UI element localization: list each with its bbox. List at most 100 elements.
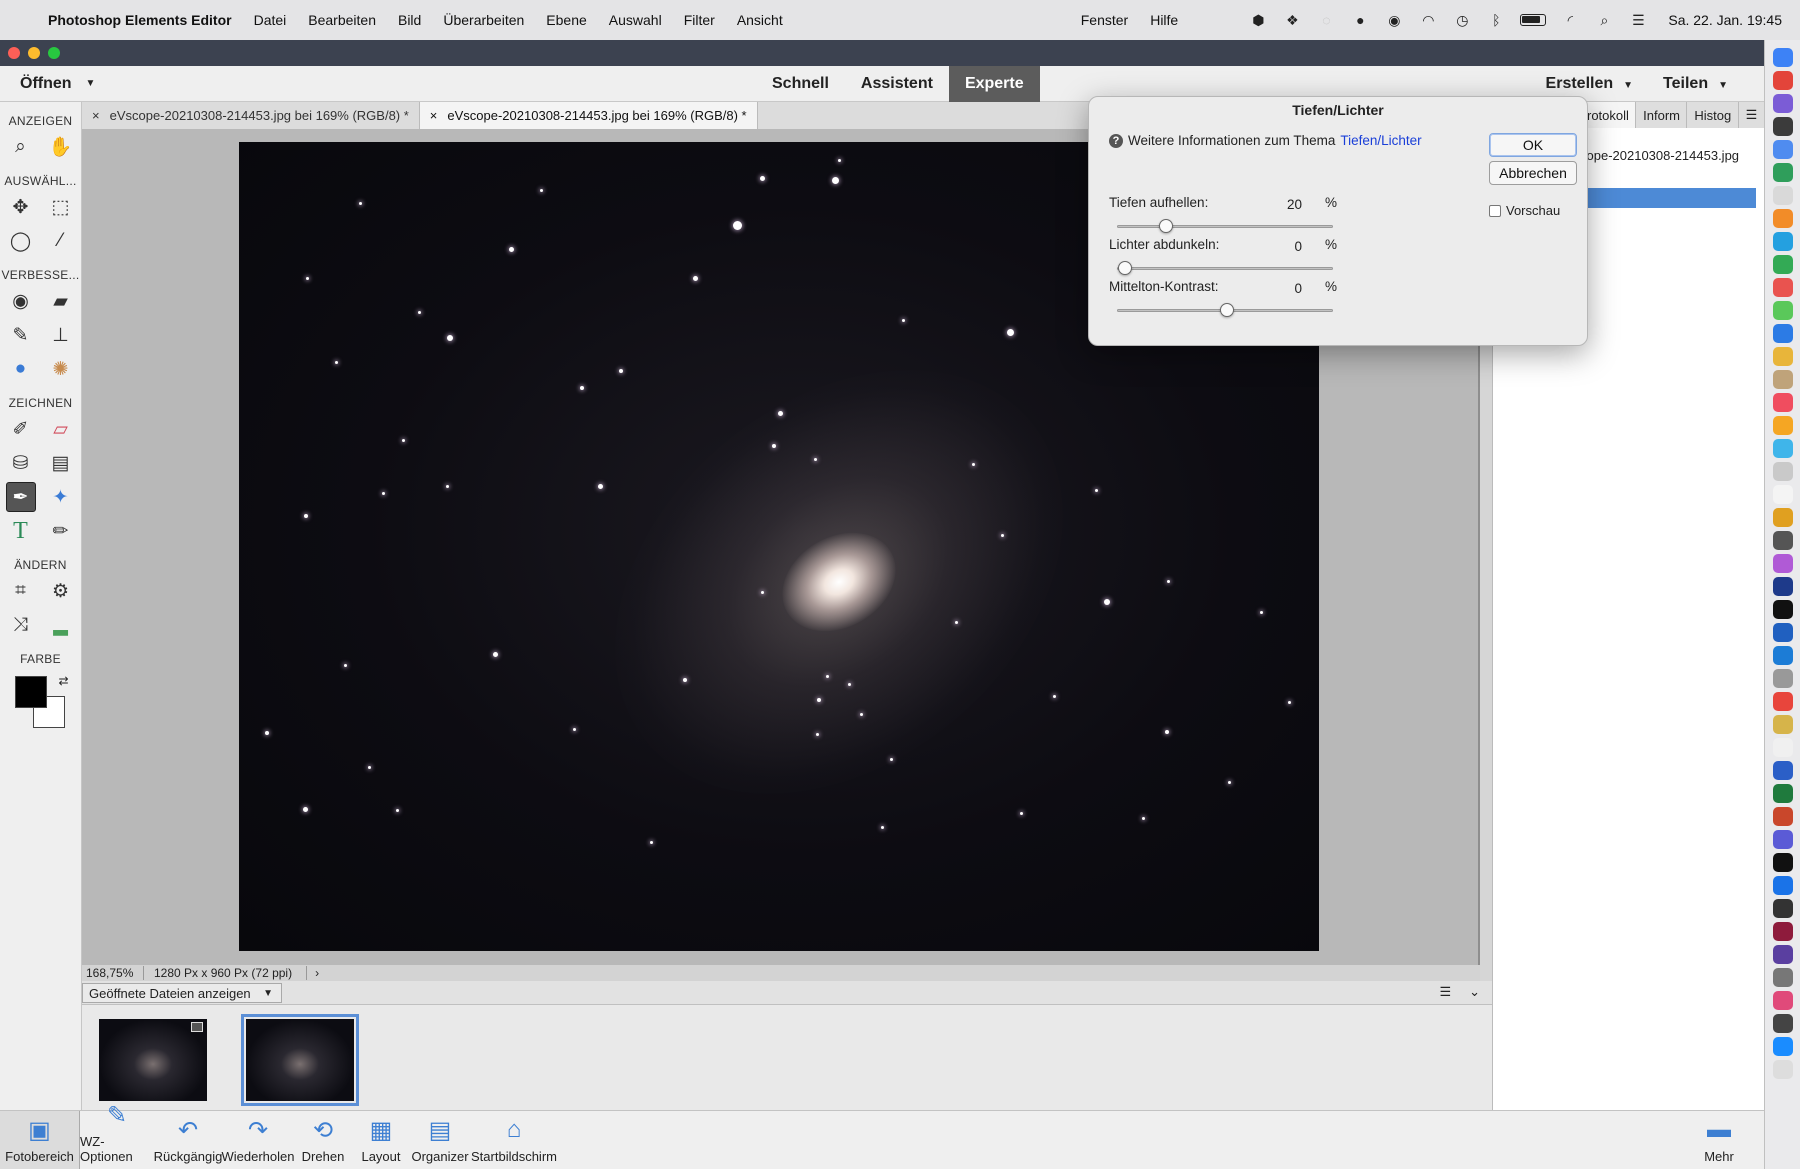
dock-app-icon[interactable] bbox=[1772, 715, 1793, 734]
dock-app-icon[interactable] bbox=[1772, 117, 1793, 136]
crop-tool-icon[interactable]: ⌗ bbox=[6, 576, 36, 606]
share-button[interactable]: Teilen ▼ bbox=[1663, 75, 1728, 93]
slider-value[interactable]: 20 bbox=[1272, 197, 1302, 212]
preview-checkbox[interactable] bbox=[1489, 204, 1501, 217]
dock-app-icon[interactable] bbox=[1772, 140, 1793, 159]
zoom-level[interactable]: 168,75% bbox=[82, 966, 144, 980]
marquee-tool-icon[interactable]: ⬚ bbox=[46, 192, 76, 222]
circle-icon[interactable]: ◌ bbox=[1316, 11, 1336, 29]
dropbox-icon[interactable]: ❖ bbox=[1282, 11, 1302, 29]
dock-app-icon[interactable] bbox=[1772, 991, 1793, 1010]
dock-app-icon[interactable] bbox=[1772, 209, 1793, 228]
password-icon[interactable]: ◉ bbox=[1384, 11, 1404, 29]
photo-thumbnail-selected[interactable] bbox=[241, 1014, 359, 1106]
document-tab-active[interactable]: × eVscope-20210308-214453.jpg bei 169% (… bbox=[419, 102, 758, 129]
bin-menu-icon[interactable]: ☰ bbox=[1439, 984, 1451, 1000]
dock-app-icon[interactable] bbox=[1772, 669, 1793, 688]
dock-app-icon[interactable] bbox=[1772, 324, 1793, 343]
dock-app-icon[interactable] bbox=[1772, 370, 1793, 389]
dock-app-icon[interactable] bbox=[1772, 692, 1793, 711]
dock-app-icon[interactable] bbox=[1772, 347, 1793, 366]
zoom-window-button[interactable] bbox=[48, 47, 60, 59]
close-window-button[interactable] bbox=[8, 47, 20, 59]
dock-app-icon[interactable] bbox=[1772, 761, 1793, 780]
dialog-info-link[interactable]: Tiefen/Lichter bbox=[1340, 133, 1421, 148]
swap-colors-icon[interactable]: ⇄ bbox=[58, 674, 68, 688]
taskbar-organizer[interactable]: ▤ Organizer bbox=[410, 1111, 470, 1169]
dock-app-icon[interactable] bbox=[1772, 646, 1793, 665]
dock-app-icon[interactable] bbox=[1772, 186, 1793, 205]
dock-app-icon[interactable] bbox=[1772, 968, 1793, 987]
dock-app-icon[interactable] bbox=[1772, 623, 1793, 642]
taskbar-wz-optionen[interactable]: ✎ WZ-Optionen bbox=[80, 1102, 154, 1169]
menu-hilfe[interactable]: Hilfe bbox=[1150, 12, 1178, 28]
healing-brush-icon[interactable]: ▰ bbox=[46, 286, 76, 316]
taskbar-drehen[interactable]: ⟲ Drehen bbox=[294, 1111, 352, 1169]
minimize-window-button[interactable] bbox=[28, 47, 40, 59]
dock-app-icon[interactable] bbox=[1772, 1014, 1793, 1033]
type-tool-icon[interactable]: T bbox=[6, 516, 36, 546]
time-machine-icon[interactable]: ◷ bbox=[1452, 11, 1472, 29]
sponge-tool-icon[interactable]: ✺ bbox=[46, 354, 76, 384]
battery-icon[interactable] bbox=[1520, 14, 1547, 26]
history-file-entry[interactable]: cope-20210308-214453.jpg bbox=[1580, 148, 1739, 163]
slider-value[interactable]: 0 bbox=[1272, 281, 1302, 296]
smart-brush-icon[interactable]: ✎ bbox=[6, 320, 36, 350]
recompose-tool-icon[interactable]: ⚙ bbox=[46, 576, 76, 606]
cancel-button[interactable]: Abbrechen bbox=[1489, 161, 1577, 185]
history-selected-step[interactable] bbox=[1580, 188, 1756, 208]
open-button[interactable]: Öffnen ▼ bbox=[20, 75, 95, 93]
mode-experte[interactable]: Experte bbox=[948, 66, 1040, 102]
red-eye-tool-icon[interactable]: ◉ bbox=[6, 286, 36, 316]
custom-shape-icon[interactable]: ✦ bbox=[46, 482, 76, 512]
preview-option[interactable]: Vorschau bbox=[1489, 203, 1560, 218]
dock-app-icon[interactable] bbox=[1772, 439, 1793, 458]
tab-informationen[interactable]: Inform bbox=[1636, 102, 1688, 128]
dock-app-icon[interactable] bbox=[1772, 94, 1793, 113]
dock-app-icon[interactable] bbox=[1772, 807, 1793, 826]
dock-app-icon[interactable] bbox=[1772, 1060, 1793, 1079]
content-aware-move-icon[interactable]: ⤨ bbox=[6, 610, 36, 640]
foreground-color-swatch[interactable] bbox=[14, 676, 47, 708]
dock-app-icon[interactable] bbox=[1772, 922, 1793, 941]
mode-schnell[interactable]: Schnell bbox=[756, 66, 845, 102]
gauge-icon[interactable]: ◠ bbox=[1418, 11, 1438, 29]
photo-thumbnail[interactable] bbox=[99, 1019, 207, 1101]
photo-bin-filter-select[interactable]: Geöffnete Dateien anzeigen ▼ bbox=[82, 983, 282, 1003]
menu-bild[interactable]: Bild bbox=[398, 12, 421, 28]
taskbar-mehr[interactable]: ▬ Mehr bbox=[1694, 1111, 1744, 1169]
taskbar-wiederholen[interactable]: ↷ Wiederholen bbox=[222, 1111, 295, 1169]
dock-app-icon[interactable] bbox=[1772, 485, 1793, 504]
dock-app-icon[interactable] bbox=[1772, 830, 1793, 849]
slider-track[interactable] bbox=[1117, 225, 1333, 228]
eraser-tool-icon[interactable]: ▱ bbox=[46, 414, 76, 444]
tab-histogramm[interactable]: Histog bbox=[1687, 102, 1739, 128]
control-center-icon[interactable]: ☰ bbox=[1628, 11, 1648, 29]
straighten-tool-icon[interactable]: ▂ bbox=[46, 610, 76, 640]
dock-app-icon[interactable] bbox=[1772, 48, 1793, 67]
dock-app-icon[interactable] bbox=[1772, 255, 1793, 274]
slider-value[interactable]: 0 bbox=[1272, 239, 1302, 254]
dock-app-icon[interactable] bbox=[1772, 899, 1793, 918]
create-button[interactable]: Erstellen ▼ bbox=[1546, 75, 1634, 93]
dock-app-icon[interactable] bbox=[1772, 1037, 1793, 1056]
slider-thumb[interactable] bbox=[1118, 261, 1132, 275]
gradient-tool-icon[interactable]: ▤ bbox=[46, 448, 76, 478]
dock-app-icon[interactable] bbox=[1772, 393, 1793, 412]
shield-icon[interactable]: ⬢ bbox=[1248, 11, 1268, 29]
hand-tool-icon[interactable]: ✋ bbox=[46, 132, 76, 162]
eyedropper-tool-icon[interactable]: ✒ bbox=[5, 482, 36, 512]
close-tab-icon[interactable]: × bbox=[92, 108, 100, 123]
lasso-tool-icon[interactable]: ◯ bbox=[6, 226, 36, 256]
dock-app-icon[interactable] bbox=[1772, 600, 1793, 619]
dock-app-icon[interactable] bbox=[1772, 853, 1793, 872]
document-tab[interactable]: × eVscope-20210308-214453.jpg bei 169% (… bbox=[82, 102, 420, 129]
tab-protokoll[interactable]: rotokoll bbox=[1580, 102, 1637, 128]
bluetooth-icon[interactable]: ᛒ bbox=[1486, 11, 1506, 29]
dock-app-icon[interactable] bbox=[1772, 278, 1793, 297]
taskbar-rueckgaengig[interactable]: ↶ Rückgängig bbox=[154, 1111, 223, 1169]
menu-filter[interactable]: Filter bbox=[684, 12, 715, 28]
slider-thumb[interactable] bbox=[1220, 303, 1234, 317]
menu-ansicht[interactable]: Ansicht bbox=[737, 12, 783, 28]
panel-menu-icon[interactable]: ☰ bbox=[1739, 102, 1764, 128]
